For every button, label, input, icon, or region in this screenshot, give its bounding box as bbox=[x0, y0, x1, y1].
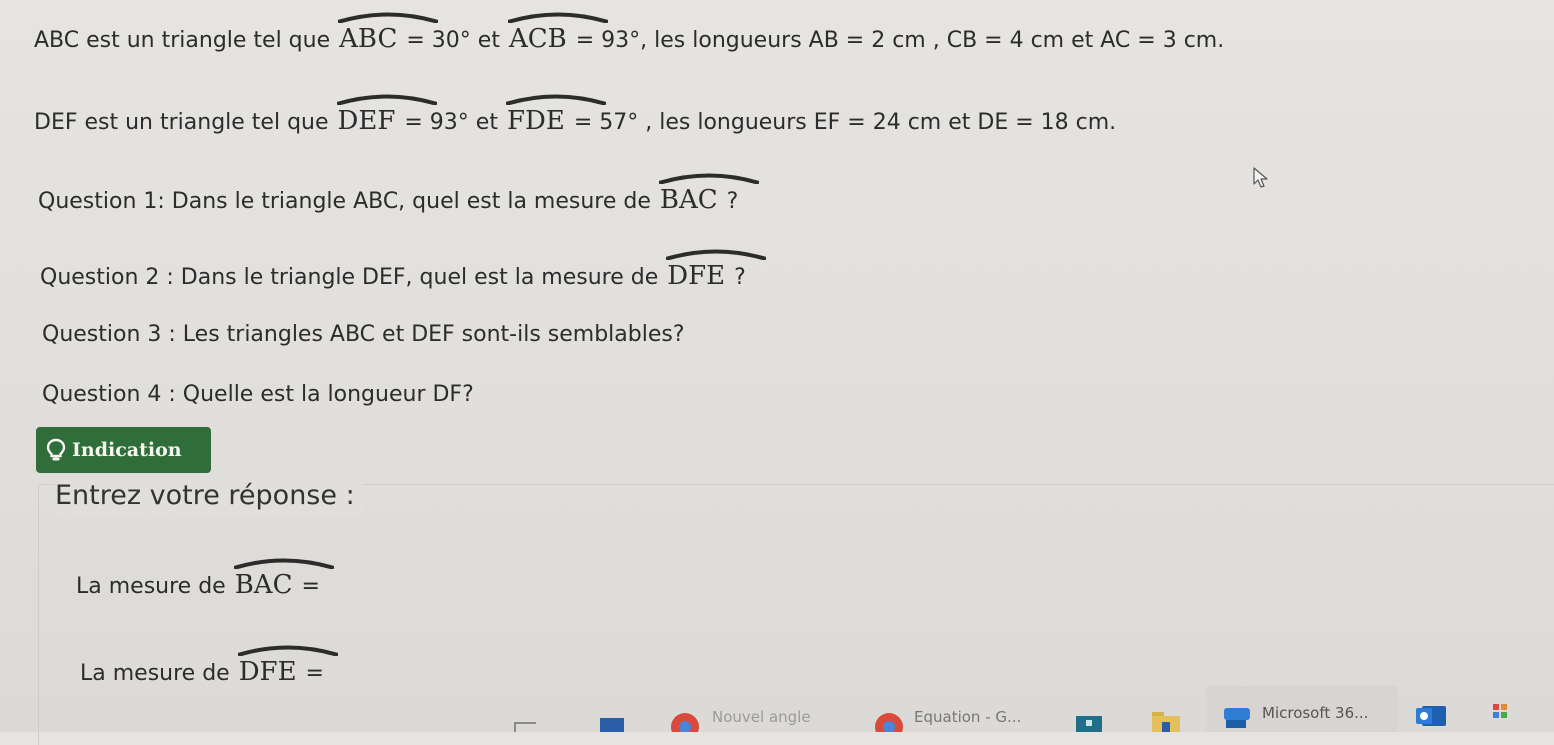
line1-text-1: ABC est un triangle tel que bbox=[34, 28, 338, 53]
angle-dfe-answer: DFE bbox=[237, 645, 338, 687]
angle-hat-icon bbox=[237, 645, 338, 656]
mouse-cursor-icon bbox=[1253, 167, 1268, 188]
problem-line-abc: ABC est un triangle tel que ABC = 30° et… bbox=[34, 12, 1225, 56]
question-3: Question 3 : Les triangles ABC et DEF so… bbox=[42, 322, 685, 347]
angle-acb: ACB bbox=[507, 12, 608, 54]
angle-hat-icon bbox=[658, 173, 759, 184]
angle-hat-icon bbox=[507, 12, 608, 23]
angle-abc: ABC bbox=[337, 12, 439, 54]
angle-hat-icon bbox=[666, 249, 767, 260]
line1-value-1: = 30° bbox=[399, 28, 471, 53]
lightbulb-icon bbox=[46, 438, 66, 461]
mail-icon[interactable] bbox=[1222, 706, 1252, 728]
line1-text-3: , les longueurs AB = 2 cm , CB = 4 cm et… bbox=[640, 28, 1225, 53]
angle-def: DEF bbox=[336, 94, 437, 136]
angle-fde: FDE bbox=[505, 94, 606, 136]
answer-field-bac[interactable]: La mesure de BAC = bbox=[76, 558, 334, 602]
taskbar-item-equation[interactable]: Equation - G... bbox=[914, 708, 1021, 726]
indication-label: Indication bbox=[72, 439, 182, 461]
angle-dfe: DFE bbox=[665, 249, 767, 291]
taskbar: Nouvel angle Equation - G... Microsoft 3… bbox=[0, 698, 1554, 732]
angle-bac-answer: BAC bbox=[233, 558, 334, 600]
line2-text-2: et bbox=[468, 110, 505, 135]
taskbar-item-microsoft[interactable]: Microsoft 36... bbox=[1262, 704, 1368, 722]
folder-icon[interactable] bbox=[1150, 708, 1182, 732]
question-4: Question 4 : Quelle est la longueur DF? bbox=[42, 382, 474, 407]
indication-button[interactable]: Indication bbox=[36, 427, 211, 473]
app-grid-icon[interactable] bbox=[1490, 702, 1512, 726]
file-explorer-icon[interactable] bbox=[1074, 710, 1104, 732]
angle-hat-icon bbox=[233, 558, 334, 569]
widgets-icon[interactable] bbox=[512, 716, 538, 732]
problem-line-def: DEF est un triangle tel que DEF = 93° et… bbox=[34, 94, 1117, 138]
browser-icon[interactable] bbox=[872, 710, 906, 732]
angle-hat-icon bbox=[505, 94, 606, 105]
line2-text-1: DEF est un triangle tel que bbox=[34, 110, 336, 135]
line2-text-3: , les longueurs EF = 24 cm et DE = 18 cm… bbox=[638, 110, 1117, 135]
line1-value-2: = 93° bbox=[568, 28, 641, 53]
outlook-icon[interactable] bbox=[1414, 704, 1448, 728]
taskbar-item-angle[interactable]: Nouvel angle bbox=[712, 708, 811, 726]
answer-title: Entrez votre réponse : bbox=[55, 478, 363, 514]
question-2: Question 2 : Dans le triangle DEF, quel … bbox=[40, 249, 767, 293]
answer-field-dfe[interactable]: La mesure de DFE = bbox=[80, 645, 338, 689]
angle-bac: BAC bbox=[658, 173, 759, 215]
line2-value-1: = 93° bbox=[397, 110, 469, 135]
line2-value-2: = 57° bbox=[566, 110, 639, 135]
app-icon[interactable] bbox=[598, 712, 626, 732]
browser-icon[interactable] bbox=[668, 710, 702, 732]
angle-hat-icon bbox=[336, 94, 437, 105]
question-1: Question 1: Dans le triangle ABC, quel e… bbox=[38, 173, 759, 217]
line1-text-2: et bbox=[470, 28, 507, 53]
angle-hat-icon bbox=[338, 12, 439, 23]
